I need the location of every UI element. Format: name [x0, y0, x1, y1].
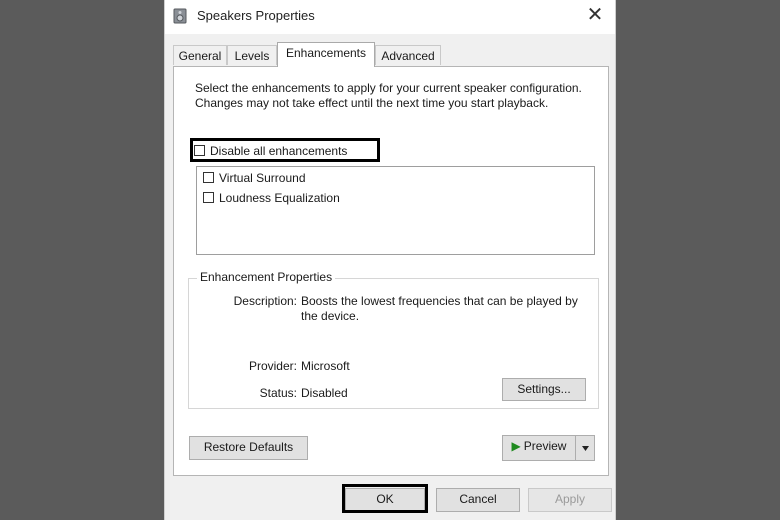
play-icon: ▶: [511, 439, 521, 453]
tab-general[interactable]: General: [173, 45, 227, 65]
preview-label: Preview: [523, 439, 567, 453]
restore-defaults-button[interactable]: Restore Defaults: [189, 436, 308, 460]
provider-value: Microsoft: [301, 359, 350, 373]
window-title: Speakers Properties: [197, 8, 315, 23]
instructions-text: Select the enhancements to apply for you…: [195, 81, 582, 110]
highlight-frame: [190, 138, 380, 162]
title-bar: Speakers Properties ✕: [165, 0, 615, 34]
status-value: Disabled: [301, 386, 348, 400]
preview-button[interactable]: ▶ Preview: [502, 435, 576, 461]
cancel-button[interactable]: Cancel: [436, 488, 520, 512]
list-item-virtual-surround[interactable]: Virtual Surround: [203, 170, 306, 188]
speaker-icon: [173, 8, 187, 24]
enhancement-properties-group: Enhancement Properties Description: Boos…: [188, 270, 599, 409]
list-item-label: Loudness Equalization: [219, 190, 340, 205]
preview-dropdown-button[interactable]: [576, 435, 595, 461]
highlight-frame: [342, 484, 428, 513]
list-item-label: Virtual Surround: [219, 170, 306, 185]
preview-split-button: ▶ Preview: [502, 435, 595, 461]
group-title: Enhancement Properties: [197, 270, 336, 284]
checkbox-box[interactable]: [203, 192, 214, 204]
status-label: Status:: [259, 386, 297, 400]
description-label: Description:: [233, 294, 297, 308]
settings-button[interactable]: Settings...: [502, 378, 586, 401]
description-value: Boosts the lowest frequencies that can b…: [301, 294, 578, 323]
chevron-down-icon: [581, 446, 589, 451]
list-item-loudness-equalization[interactable]: Loudness Equalization: [203, 190, 340, 208]
enhancements-panel: Select the enhancements to apply for you…: [173, 66, 609, 476]
apply-button[interactable]: Apply: [528, 488, 612, 512]
close-icon[interactable]: ✕: [583, 4, 607, 28]
tab-advanced[interactable]: Advanced: [375, 45, 441, 65]
speakers-properties-dialog: Speakers Properties ✕ General Levels Enh…: [164, 0, 616, 520]
provider-label: Provider:: [248, 359, 297, 373]
tab-levels[interactable]: Levels: [227, 45, 277, 65]
enhancements-list: Virtual Surround Loudness Equalization: [196, 166, 595, 255]
tab-enhancements[interactable]: Enhancements: [277, 42, 375, 67]
checkbox-box[interactable]: [203, 172, 214, 184]
